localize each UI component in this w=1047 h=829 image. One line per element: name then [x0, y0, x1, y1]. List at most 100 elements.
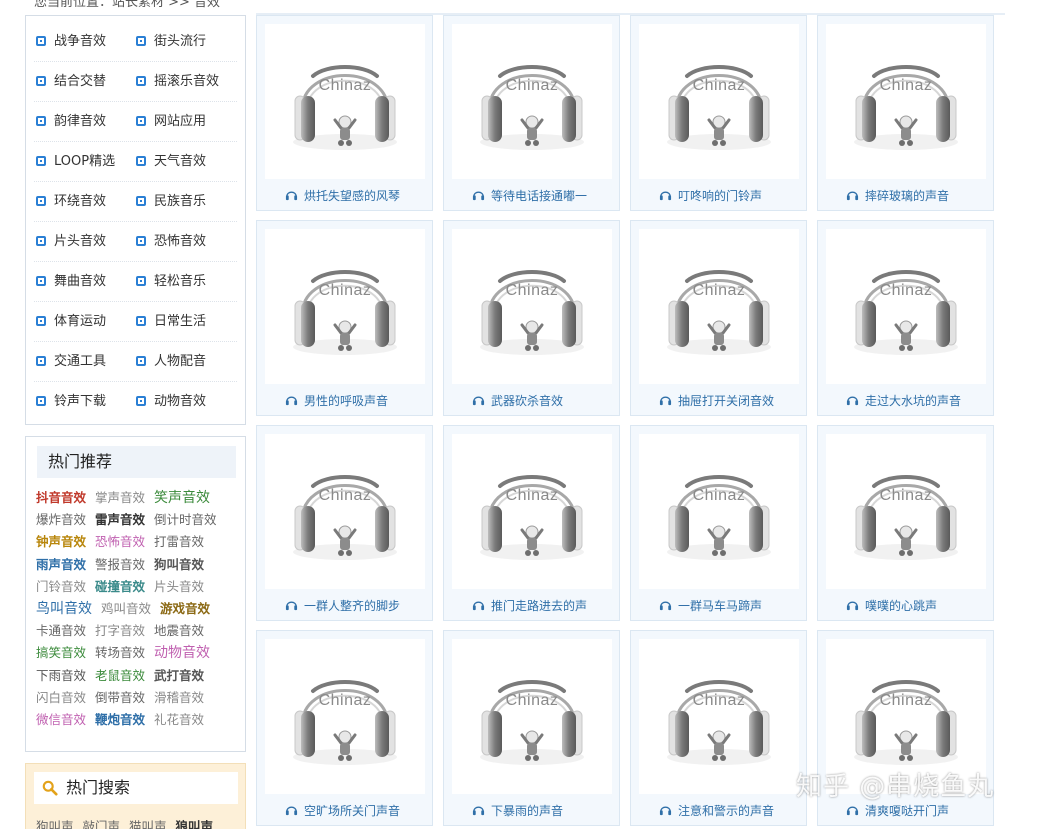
hot-tag-link[interactable]: 倒计时音效 [154, 509, 217, 531]
hot-tag-link[interactable]: 警报音效 [95, 554, 145, 576]
hot-tag-link[interactable]: 搞笑音效 [36, 642, 86, 664]
sound-caption[interactable]: 烘托失望感的风琴 [257, 187, 432, 204]
hot-search-link[interactable]: 猫叫声 [129, 819, 167, 829]
category-link[interactable]: 动物音效 [136, 382, 206, 422]
sound-card[interactable]: Chinaz 注意和警示的声音 [630, 630, 807, 826]
hot-tag-link[interactable]: 雷声音效 [95, 509, 145, 531]
hot-tag-link[interactable]: 抖音音效 [36, 487, 86, 509]
sound-card[interactable]: Chinaz 等待电话接通嘟一 [443, 15, 620, 211]
sound-caption[interactable]: 男性的呼吸声音 [257, 392, 432, 409]
hot-tag-link[interactable]: 掌声音效 [95, 487, 145, 509]
hot-tag-link[interactable]: 微信音效 [36, 709, 86, 731]
sound-thumbnail[interactable]: Chinaz [265, 639, 425, 794]
hot-tag-link[interactable]: 鞭炮音效 [95, 709, 145, 731]
category-link[interactable]: 韵律音效 [36, 102, 106, 142]
hot-tag-link[interactable]: 雨声音效 [36, 554, 86, 576]
hot-tag-link[interactable]: 门铃音效 [36, 576, 86, 598]
hot-tag-link[interactable]: 倒带音效 [95, 687, 145, 709]
hot-tag-link[interactable]: 礼花音效 [154, 709, 204, 731]
hot-tag-link[interactable]: 转场音效 [95, 642, 145, 664]
sound-card[interactable]: Chinaz 噗噗的心跳声 [817, 425, 994, 621]
sound-thumbnail[interactable]: Chinaz [826, 229, 986, 384]
sound-caption[interactable]: 摔碎玻璃的声音 [818, 187, 993, 204]
sound-thumbnail[interactable]: Chinaz [452, 639, 612, 794]
sound-caption[interactable]: 一群马车马蹄声 [631, 597, 806, 614]
sound-caption[interactable]: 清爽嗄哒开门声 [818, 802, 993, 819]
sound-thumbnail[interactable]: Chinaz [826, 24, 986, 179]
sound-thumbnail[interactable]: Chinaz [452, 24, 612, 179]
sound-thumbnail[interactable]: Chinaz [639, 229, 799, 384]
sound-caption[interactable]: 噗噗的心跳声 [818, 597, 993, 614]
hot-tag-link[interactable]: 下雨音效 [36, 665, 86, 687]
hot-tag-link[interactable]: 卡通音效 [36, 620, 86, 642]
sound-thumbnail[interactable]: Chinaz [826, 434, 986, 589]
sound-thumbnail[interactable]: Chinaz [265, 434, 425, 589]
hot-tag-link[interactable]: 地震音效 [154, 620, 204, 642]
sound-card[interactable]: Chinaz 男性的呼吸声音 [256, 220, 433, 416]
hot-tag-link[interactable]: 打字音效 [95, 620, 145, 642]
sound-caption[interactable]: 走过大水坑的声音 [818, 392, 993, 409]
category-link[interactable]: 片头音效 [36, 222, 106, 262]
hot-tag-link[interactable]: 爆炸音效 [36, 509, 86, 531]
hot-tag-link[interactable]: 老鼠音效 [95, 665, 145, 687]
sound-thumbnail[interactable]: Chinaz [639, 434, 799, 589]
category-link[interactable]: 结合交替 [36, 62, 106, 102]
category-link[interactable]: 人物配音 [136, 342, 206, 382]
sound-caption[interactable]: 一群人整齐的脚步 [257, 597, 432, 614]
category-link[interactable]: 交通工具 [36, 342, 106, 382]
sound-card[interactable]: Chinaz 烘托失望感的风琴 [256, 15, 433, 211]
sound-thumbnail[interactable]: Chinaz [452, 434, 612, 589]
hot-tag-link[interactable]: 打雷音效 [154, 531, 204, 553]
hot-tag-link[interactable]: 动物音效 [154, 642, 210, 664]
category-link[interactable]: 战争音效 [36, 22, 106, 62]
sound-card[interactable]: Chinaz 抽屉打开关闭音效 [630, 220, 807, 416]
hot-tag-link[interactable]: 滑稽音效 [154, 687, 204, 709]
hot-tag-link[interactable]: 笑声音效 [154, 487, 210, 509]
sound-caption[interactable]: 叮咚响的门铃声 [631, 187, 806, 204]
category-link[interactable]: 摇滚乐音效 [136, 62, 219, 102]
sound-caption[interactable]: 等待电话接通嘟一 [444, 187, 619, 204]
sound-caption[interactable]: 推门走路进去的声 [444, 597, 619, 614]
hot-tag-link[interactable]: 钟声音效 [36, 531, 86, 553]
hot-search-link[interactable]: 敲门声 [83, 819, 121, 829]
sound-thumbnail[interactable]: Chinaz [265, 229, 425, 384]
hot-tag-link[interactable]: 狗叫音效 [154, 554, 204, 576]
sound-card[interactable]: Chinaz 叮咚响的门铃声 [630, 15, 807, 211]
hot-tag-link[interactable]: 游戏音效 [160, 598, 210, 620]
category-link[interactable]: 舞曲音效 [36, 262, 106, 302]
category-link[interactable]: 街头流行 [136, 22, 206, 62]
sound-caption[interactable]: 空旷场所关门声音 [257, 802, 432, 819]
hot-search-link[interactable]: 狗叫声 [36, 819, 74, 829]
sound-thumbnail[interactable]: Chinaz [452, 229, 612, 384]
sound-card[interactable]: Chinaz 下暴雨的声音 [443, 630, 620, 826]
hot-tag-link[interactable]: 鸡叫音效 [101, 598, 151, 620]
sound-card[interactable]: Chinaz 推门走路进去的声 [443, 425, 620, 621]
sound-thumbnail[interactable]: Chinaz [639, 24, 799, 179]
sound-card[interactable]: Chinaz 一群马车马蹄声 [630, 425, 807, 621]
hot-tag-link[interactable]: 恐怖音效 [95, 531, 145, 553]
sound-card[interactable]: Chinaz 摔碎玻璃的声音 [817, 15, 994, 211]
category-link[interactable]: 天气音效 [136, 142, 206, 182]
sound-caption[interactable]: 武器砍杀音效 [444, 392, 619, 409]
hot-tag-link[interactable]: 闪白音效 [36, 687, 86, 709]
sound-caption[interactable]: 下暴雨的声音 [444, 802, 619, 819]
category-link[interactable]: LOOP精选 [36, 142, 115, 182]
category-link[interactable]: 铃声下载 [36, 382, 106, 422]
sound-thumbnail[interactable]: Chinaz [639, 639, 799, 794]
sound-caption[interactable]: 注意和警示的声音 [631, 802, 806, 819]
sound-card[interactable]: Chinaz 一群人整齐的脚步 [256, 425, 433, 621]
category-link[interactable]: 日常生活 [136, 302, 206, 342]
sound-card[interactable]: Chinaz 武器砍杀音效 [443, 220, 620, 416]
hot-tag-link[interactable]: 片头音效 [154, 576, 204, 598]
sound-card[interactable]: Chinaz 空旷场所关门声音 [256, 630, 433, 826]
category-link[interactable]: 网站应用 [136, 102, 206, 142]
category-link[interactable]: 体育运动 [36, 302, 106, 342]
category-link[interactable]: 环绕音效 [36, 182, 106, 222]
category-link[interactable]: 民族音乐 [136, 182, 206, 222]
sound-card[interactable]: Chinaz 走过大水坑的声音 [817, 220, 994, 416]
sound-caption[interactable]: 抽屉打开关闭音效 [631, 392, 806, 409]
category-link[interactable]: 恐怖音效 [136, 222, 206, 262]
hot-tag-link[interactable]: 武打音效 [154, 665, 204, 687]
sound-thumbnail[interactable]: Chinaz [265, 24, 425, 179]
category-link[interactable]: 轻松音乐 [136, 262, 206, 302]
